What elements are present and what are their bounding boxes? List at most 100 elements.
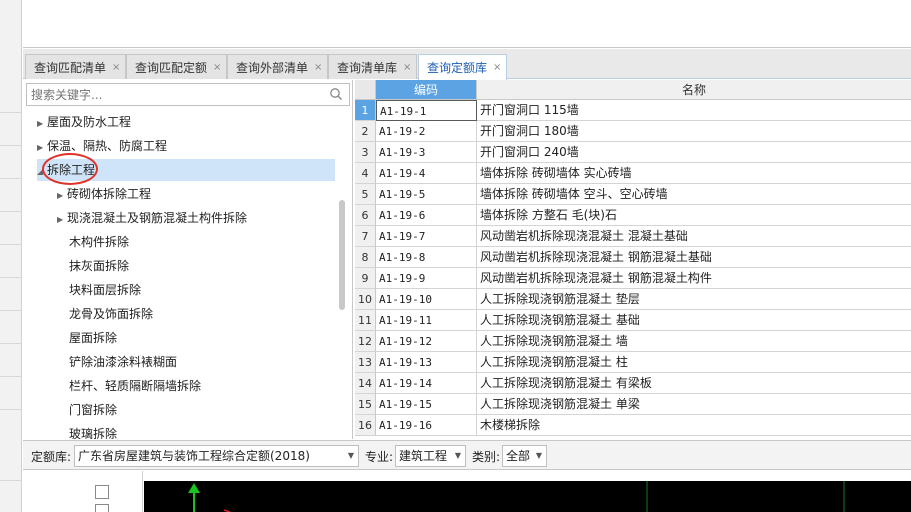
tree-item-tile-demolition[interactable]: 块料面层拆除: [69, 279, 141, 301]
table-row[interactable]: 3 A1-19-3 开门窗洞口 240墙: [355, 142, 911, 163]
table-row[interactable]: 6 A1-19-6 墙体拆除 方整石 毛(块)石: [355, 205, 911, 226]
cell-code[interactable]: A1-19-14: [376, 373, 477, 394]
cell-name[interactable]: 人工拆除现浇钢筋混凝土 有梁板: [477, 373, 911, 394]
category-select[interactable]: 全部 ▼: [502, 445, 547, 467]
search-input[interactable]: [27, 84, 317, 105]
cell-code[interactable]: A1-19-11: [376, 310, 477, 331]
cell-code[interactable]: A1-19-1: [376, 100, 477, 121]
tab-label: 查询外部清单: [236, 60, 309, 75]
tab-close-icon[interactable]: ×: [403, 62, 411, 73]
tree-item-glass-demolition[interactable]: 玻璃拆除: [69, 423, 117, 439]
tree-item-wood-demolition[interactable]: 木构件拆除: [69, 231, 129, 253]
cell-name[interactable]: 风动凿岩机拆除现浇混凝土 钢筋混凝土构件: [477, 268, 911, 289]
tree-item-brick-demolition[interactable]: ▶ 砖砌体拆除工程: [57, 183, 327, 205]
table-row[interactable]: 9 A1-19-9 风动凿岩机拆除现浇混凝土 钢筋混凝土构件: [355, 268, 911, 289]
tree-item-concrete-demolition[interactable]: ▶ 现浇混凝土及钢筋混凝土构件拆除: [57, 207, 327, 229]
row-checkbox[interactable]: [95, 504, 109, 512]
cell-code[interactable]: A1-19-8: [376, 247, 477, 268]
cad-viewport[interactable]: [144, 481, 911, 512]
cell-code[interactable]: A1-19-15: [376, 394, 477, 415]
cell-name[interactable]: 开门窗洞口 115墙: [477, 100, 911, 121]
row-number: 15: [355, 394, 376, 415]
table-row[interactable]: 4 A1-19-4 墙体拆除 砖砌墙体 实心砖墙: [355, 163, 911, 184]
quota-library-select[interactable]: 广东省房屋建筑与装饰工程综合定额(2018) ▼: [74, 445, 359, 467]
cell-code[interactable]: A1-19-13: [376, 352, 477, 373]
cell-name[interactable]: 木楼梯拆除: [477, 415, 911, 436]
cell-name[interactable]: 墙体拆除 砖砌墙体 空斗、空心砖墙: [477, 184, 911, 205]
tab-bill-library[interactable]: 查询清单库 ×: [328, 54, 418, 79]
cell-code[interactable]: A1-19-9: [376, 268, 477, 289]
expand-arrow-icon[interactable]: ▶: [57, 185, 67, 207]
tree-item-railing-demolition[interactable]: 栏杆、轻质隔断隔墙拆除: [69, 375, 201, 397]
row-number: 8: [355, 247, 376, 268]
table-row[interactable]: 10 A1-19-10 人工拆除现浇钢筋混凝土 垫层: [355, 289, 911, 310]
table-row[interactable]: 12 A1-19-12 人工拆除现浇钢筋混凝土 墙: [355, 331, 911, 352]
tree-item-plaster-demolition[interactable]: 抹灰面拆除: [69, 255, 129, 277]
table-row[interactable]: 7 A1-19-7 风动凿岩机拆除现浇混凝土 混凝土基础: [355, 226, 911, 247]
table-row[interactable]: 16 A1-19-16 木楼梯拆除: [355, 415, 911, 436]
cell-name[interactable]: 人工拆除现浇钢筋混凝土 墙: [477, 331, 911, 352]
row-number: 2: [355, 121, 376, 142]
cell-code[interactable]: A1-19-3: [376, 142, 477, 163]
table-row[interactable]: 1 A1-19-1 开门窗洞口 115墙: [355, 100, 911, 121]
cell-code[interactable]: A1-19-6: [376, 205, 477, 226]
row-number: 1: [355, 100, 376, 121]
tab-close-icon[interactable]: ×: [493, 62, 501, 73]
cell-code[interactable]: A1-19-2: [376, 121, 477, 142]
tree-item-keel-demolition[interactable]: 龙骨及饰面拆除: [69, 303, 153, 325]
table-row[interactable]: 5 A1-19-5 墙体拆除 砖砌墙体 空斗、空心砖墙: [355, 184, 911, 205]
tab-label: 查询匹配定额: [135, 60, 208, 75]
tab-match-quota[interactable]: 查询匹配定额 ×: [126, 54, 228, 79]
tab-close-icon[interactable]: ×: [314, 62, 322, 73]
cell-code[interactable]: A1-19-5: [376, 184, 477, 205]
row-checkbox[interactable]: [95, 485, 109, 499]
table-row[interactable]: 14 A1-19-14 人工拆除现浇钢筋混凝土 有梁板: [355, 373, 911, 394]
search-box: [26, 83, 350, 106]
quota-library-label: 定额库:: [31, 450, 72, 464]
tree-item-roof-demolition[interactable]: 屋面拆除: [69, 327, 117, 349]
cell-code[interactable]: A1-19-16: [376, 415, 477, 436]
cell-name[interactable]: 开门窗洞口 240墙: [477, 142, 911, 163]
tab-external-bill[interactable]: 查询外部清单 ×: [227, 54, 329, 79]
tab-match-bill[interactable]: 查询匹配清单 ×: [25, 54, 127, 79]
cell-code[interactable]: A1-19-12: [376, 331, 477, 352]
tree-item-label: 玻璃拆除: [69, 427, 118, 439]
column-header-code[interactable]: 编码: [376, 80, 477, 100]
tab-close-icon[interactable]: ×: [213, 62, 221, 73]
cell-name[interactable]: 人工拆除现浇钢筋混凝土 柱: [477, 352, 911, 373]
tab-quota-library[interactable]: 查询定额库 ×: [418, 54, 508, 80]
row-number: 16: [355, 415, 376, 436]
table-row[interactable]: 8 A1-19-8 风动凿岩机拆除现浇混凝土 钢筋混凝土基础: [355, 247, 911, 268]
tree-scrollbar[interactable]: [339, 200, 345, 310]
expand-arrow-icon[interactable]: ▶: [37, 113, 47, 135]
cell-name[interactable]: 墙体拆除 方整石 毛(块)石: [477, 205, 911, 226]
expand-arrow-icon[interactable]: ▶: [57, 209, 67, 231]
cell-code[interactable]: A1-19-4: [376, 163, 477, 184]
table-row[interactable]: 11 A1-19-11 人工拆除现浇钢筋混凝土 基础: [355, 310, 911, 331]
cell-name[interactable]: 人工拆除现浇钢筋混凝土 单梁: [477, 394, 911, 415]
row-number: 10: [355, 289, 376, 310]
tree-item-door-window-demolition[interactable]: 门窗拆除: [69, 399, 117, 421]
row-number: 11: [355, 310, 376, 331]
table-row[interactable]: 15 A1-19-15 人工拆除现浇钢筋混凝土 单梁: [355, 394, 911, 415]
tab-close-icon[interactable]: ×: [112, 62, 120, 73]
cell-code[interactable]: A1-19-7: [376, 226, 477, 247]
cell-name[interactable]: 人工拆除现浇钢筋混凝土 基础: [477, 310, 911, 331]
underlying-sheet-strip: [0, 0, 22, 512]
tree-item-paint-removal[interactable]: 铲除油漆涂料裱糊面: [69, 351, 177, 373]
expand-arrow-icon[interactable]: ▶: [37, 137, 47, 159]
major-select[interactable]: 建筑工程 ▼: [395, 445, 466, 467]
cell-name[interactable]: 风动凿岩机拆除现浇混凝土 混凝土基础: [477, 226, 911, 247]
cell-code[interactable]: A1-19-10: [376, 289, 477, 310]
table-row[interactable]: 13 A1-19-13 人工拆除现浇钢筋混凝土 柱: [355, 352, 911, 373]
cell-name[interactable]: 人工拆除现浇钢筋混凝土 垫层: [477, 289, 911, 310]
cell-name[interactable]: 风动凿岩机拆除现浇混凝土 钢筋混凝土基础: [477, 247, 911, 268]
cell-name[interactable]: 墙体拆除 砖砌墙体 实心砖墙: [477, 163, 911, 184]
column-header-name[interactable]: 名称: [477, 80, 911, 100]
tree-item-label: 门窗拆除: [69, 403, 118, 417]
table-row[interactable]: 2 A1-19-2 开门窗洞口 180墙: [355, 121, 911, 142]
cell-name[interactable]: 开门窗洞口 180墙: [477, 121, 911, 142]
tree-item-roofing[interactable]: ▶ 屋面及防水工程: [37, 111, 337, 133]
major-label: 专业:: [365, 450, 394, 464]
search-icon[interactable]: [329, 87, 343, 101]
